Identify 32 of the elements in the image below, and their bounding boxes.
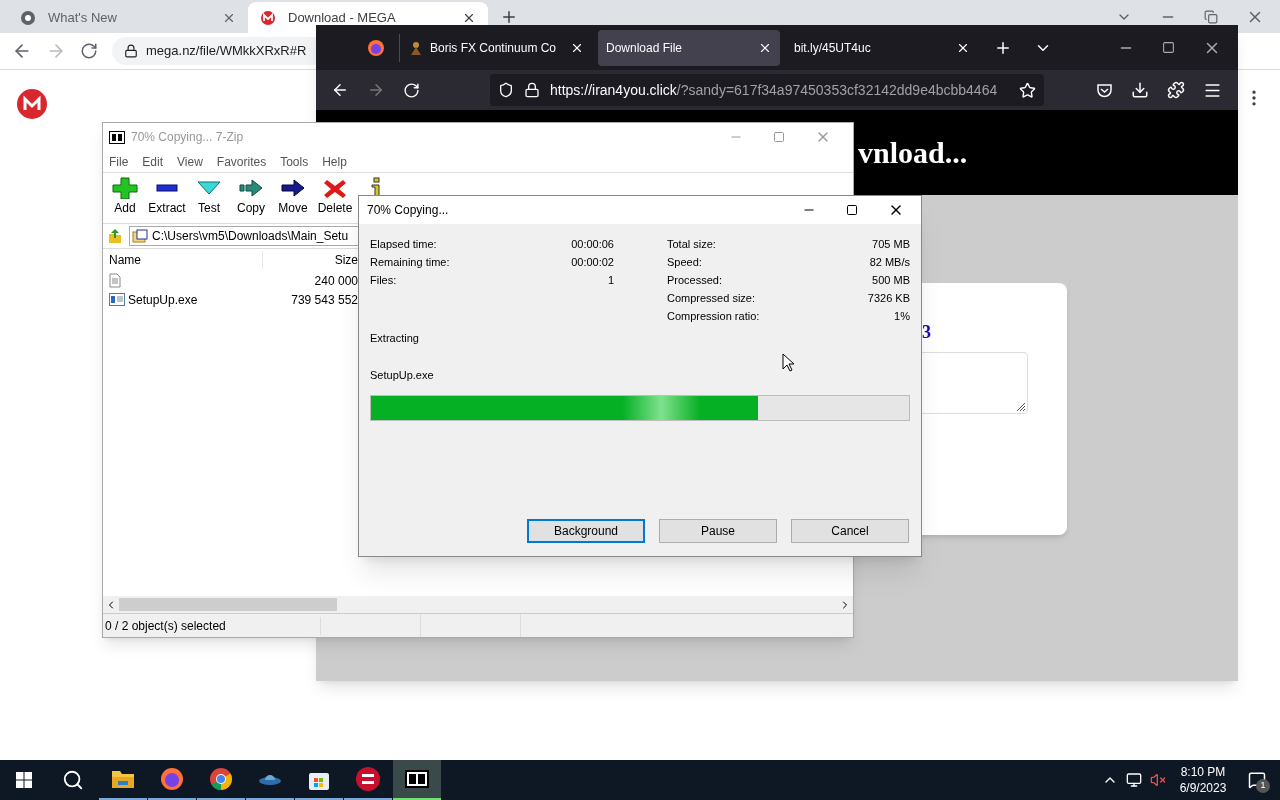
page-heading: vnload... (858, 135, 968, 171)
stat-label: Files: (370, 273, 397, 288)
notification-count: 1 (1256, 779, 1270, 793)
tab-title: Boris FX Continuum Co (430, 39, 557, 57)
stat-label: Remaining time: (370, 255, 450, 270)
file-size: 739 543 552 (290, 291, 358, 309)
url-text: https://iran4you.click/?sandy=617f34a97450353cf32142dd9e4bcbb4464 (550, 80, 999, 100)
stat-label: Total size: (667, 237, 716, 252)
status-text: 0 / 2 object(s) selected (103, 616, 321, 635)
file-size: 240 000 (313, 272, 358, 290)
file-label: SetupUp.exe (370, 367, 434, 383)
stat-label: Compressed size: (667, 291, 756, 306)
stat-label: Speed: (667, 255, 702, 270)
stat-value: 705 MB (872, 237, 910, 252)
stat-label: Processed: (667, 273, 723, 288)
stat-value: 1% (894, 309, 910, 324)
stat-label: Compression ratio: (667, 309, 760, 324)
stat-label: Elapsed time: (370, 237, 437, 252)
file-name: SetupUp.exe (128, 291, 198, 309)
tab-title: Download File (606, 39, 683, 57)
stat-value: 500 MB (872, 273, 910, 288)
operation-label: Extracting (370, 331, 419, 346)
tab-title: Download - MEGA (288, 8, 397, 27)
window-title: 70% Copying... 7-Zip (131, 129, 244, 146)
stat-value: 7326 KB (867, 291, 910, 306)
stat-value: 82 MB/s (869, 255, 910, 270)
stat-value: 1 (607, 273, 614, 288)
tab-title: What's New (48, 8, 118, 27)
dialog-title: 70% Copying... (367, 202, 449, 219)
stat-value: 00:00:02 (571, 255, 614, 270)
stat-value: 00:00:06 (571, 237, 614, 252)
tab-title: bit.ly/45UT4uc (794, 39, 871, 57)
